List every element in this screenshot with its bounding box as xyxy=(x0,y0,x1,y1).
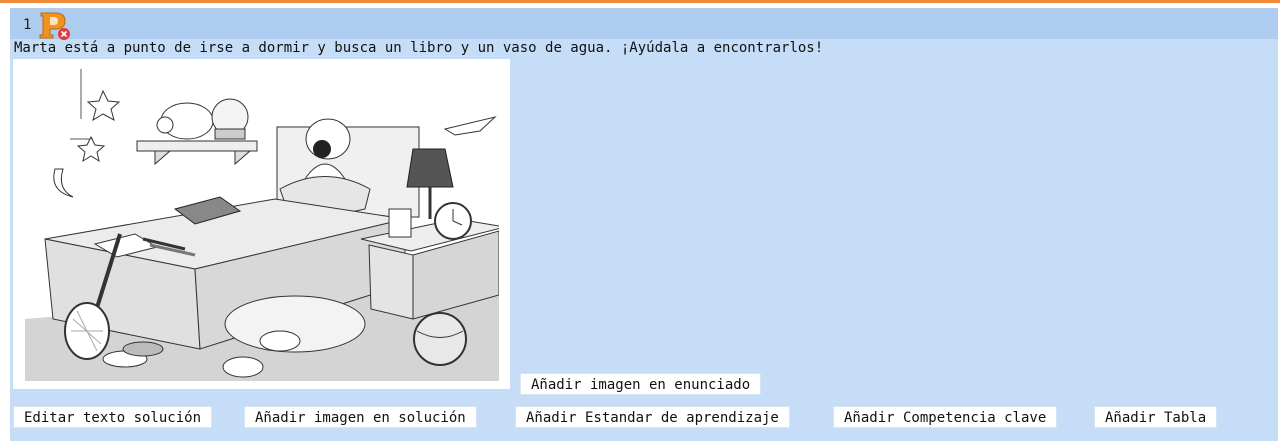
edit-solution-text-button[interactable]: Editar texto solución xyxy=(13,406,213,428)
p-badge-icon[interactable] xyxy=(38,11,72,41)
bedroom-illustration-icon xyxy=(25,69,499,381)
statement-image xyxy=(13,59,510,389)
question-number: 1 xyxy=(23,17,32,33)
add-table-button[interactable]: Añadir Tabla xyxy=(1094,406,1218,428)
add-learning-standard-button[interactable]: Añadir Estandar de aprendizaje xyxy=(515,406,790,428)
question-statement: Marta está a punto de irse a dormir y bu… xyxy=(14,40,824,56)
question-header: 1 xyxy=(10,9,1278,41)
add-statement-image-button[interactable]: Añadir imagen en enunciado xyxy=(520,373,762,395)
question-panel: 1 Marta está a punto de irse a dormir y … xyxy=(10,8,1278,441)
add-solution-image-button[interactable]: Añadir imagen en solución xyxy=(244,406,477,428)
add-key-competence-button[interactable]: Añadir Competencia clave xyxy=(833,406,1058,428)
top-accent-line xyxy=(0,0,1280,3)
